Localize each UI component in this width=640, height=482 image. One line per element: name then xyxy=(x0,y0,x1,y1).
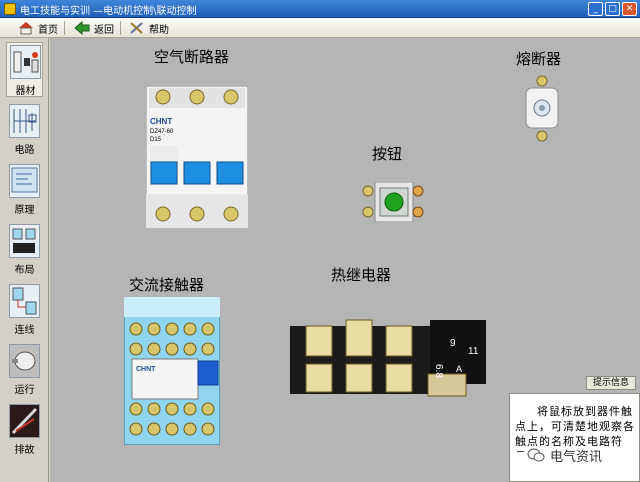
breaker-pole-toggle[interactable] xyxy=(216,161,244,185)
air-breaker-label: 空气断路器 xyxy=(154,48,230,66)
sidebar-item-layout[interactable]: 布局 xyxy=(6,222,43,277)
sidebar-item-wiring[interactable]: 连线 xyxy=(6,282,43,337)
title-bar: 电工技能与实训 —电动机控制\联动控制 _ □ ✕ xyxy=(0,0,640,18)
sidebar-label-principle: 原理 xyxy=(14,205,35,216)
sidebar-item-principle[interactable]: 原理 xyxy=(6,162,43,217)
layout-icon xyxy=(9,224,40,258)
sidebar-label-wiring: 连线 xyxy=(14,325,35,336)
contactor-brand: CHNT xyxy=(136,366,156,373)
breaker-bottom-terminal[interactable] xyxy=(189,206,205,222)
breaker-top-terminal[interactable] xyxy=(223,89,239,105)
fuse-label: 熔断器 xyxy=(516,50,562,68)
breaker-pole-toggle[interactable] xyxy=(150,161,178,185)
button-terminal[interactable] xyxy=(412,185,424,197)
breaker-brand: CHNT xyxy=(150,117,172,126)
watermark-text: 电气资讯 xyxy=(550,449,603,465)
fuse[interactable] xyxy=(524,74,560,144)
chat-bubble-icon xyxy=(527,448,545,462)
sidebar-item-run[interactable]: 运行 xyxy=(6,342,43,397)
back-button[interactable]: 返回 xyxy=(74,20,114,36)
sidebar-item-troubleshoot[interactable]: 排故 xyxy=(6,402,43,457)
sidebar: 器材 电路 原理 布局 连线 运行 排故 xyxy=(0,38,49,482)
toolbar: 首页 返回 帮助 xyxy=(0,18,640,38)
breaker-model: DZ47-60 xyxy=(150,129,174,135)
fuse-bottom-terminal[interactable] xyxy=(536,130,548,142)
help-button[interactable]: 帮助 xyxy=(129,20,169,36)
relay-dial-9: 9 xyxy=(450,338,456,349)
help-tools-icon xyxy=(130,22,143,34)
wiring-icon xyxy=(9,284,40,318)
maximize-button[interactable]: □ xyxy=(605,2,620,16)
run-icon xyxy=(9,344,40,378)
air-circuit-breaker[interactable]: CHNT DZ47-60 D15 xyxy=(146,86,248,228)
hint-panel: 将鼠标放到器件触点上，可清楚地观察各触点的名称及电路符号。 xyxy=(509,393,640,482)
push-button[interactable] xyxy=(362,182,426,222)
fuse-top-terminal[interactable] xyxy=(536,75,548,87)
breaker-rating: D15 xyxy=(150,137,162,143)
contactor-label: 交流接触器 xyxy=(129,276,205,294)
principle-icon xyxy=(9,164,40,198)
components-icon xyxy=(10,45,41,79)
button-terminal[interactable] xyxy=(362,185,374,197)
sidebar-item-components[interactable]: 器材 xyxy=(6,42,43,97)
app-icon xyxy=(4,3,16,15)
sidebar-label-layout: 布局 xyxy=(14,265,35,276)
watermark: 电气资讯 xyxy=(527,444,602,466)
circuit-icon xyxy=(9,104,40,138)
relay-top-terminals[interactable] xyxy=(305,319,413,357)
home-icon xyxy=(19,22,33,35)
breaker-bottom-terminal[interactable] xyxy=(155,206,171,222)
help-label: 帮助 xyxy=(149,24,169,36)
sidebar-item-circuit[interactable]: 电路 xyxy=(6,102,43,157)
back-label: 返回 xyxy=(94,24,114,36)
sidebar-label-circuit: 电路 xyxy=(14,145,35,156)
button-label: 按钮 xyxy=(372,145,403,163)
troubleshoot-icon xyxy=(9,404,40,438)
home-label: 首页 xyxy=(38,24,58,36)
ac-contactor[interactable]: CHNT xyxy=(124,297,220,445)
breaker-top-terminal[interactable] xyxy=(189,89,205,105)
thermal-relay[interactable]: 6.8 9 A 11 xyxy=(288,316,488,400)
relay-bottom-terminals[interactable] xyxy=(305,363,413,393)
green-button-cap[interactable] xyxy=(384,192,404,212)
relay-dial-11: 11 xyxy=(468,346,479,357)
sidebar-label-run: 运行 xyxy=(14,385,35,396)
home-button[interactable]: 首页 xyxy=(18,20,58,36)
back-arrow-icon xyxy=(74,21,90,35)
close-button[interactable]: ✕ xyxy=(622,2,637,16)
hint-title: 提示信息 xyxy=(586,376,636,390)
window-title: 电工技能与实训 —电动机控制\联动控制 xyxy=(20,6,197,17)
sidebar-label-components: 器材 xyxy=(15,86,36,97)
relay-dial-a: A xyxy=(456,364,462,374)
relay-dial-value: 6.8 xyxy=(433,364,444,378)
contactor-armature[interactable] xyxy=(197,360,219,386)
breaker-pole-toggle[interactable] xyxy=(183,161,211,185)
sidebar-label-troubleshoot: 排故 xyxy=(14,445,35,456)
breaker-bottom-terminal[interactable] xyxy=(223,206,239,222)
thermal-relay-label: 热继电器 xyxy=(331,266,392,284)
minimize-button[interactable]: _ xyxy=(588,2,603,16)
button-terminal[interactable] xyxy=(362,206,374,218)
breaker-top-terminal[interactable] xyxy=(155,89,171,105)
button-terminal[interactable] xyxy=(412,206,424,218)
